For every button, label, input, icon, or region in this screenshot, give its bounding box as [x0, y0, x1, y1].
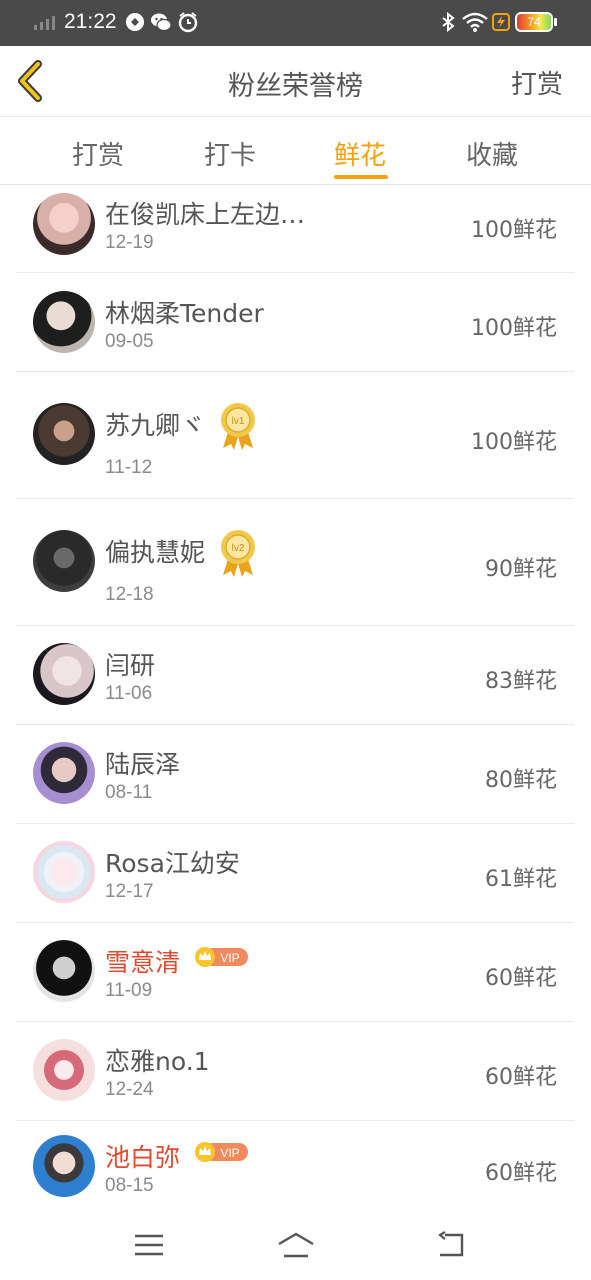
- flower-count: 100鲜花: [471, 218, 557, 243]
- status-bar: 21:22 74: [0, 0, 591, 46]
- user-name: Rosa江幼安: [105, 849, 240, 878]
- tab-checkin[interactable]: 打卡: [204, 135, 256, 172]
- medal-lv1-icon: lv1: [221, 403, 255, 450]
- flower-count: 60鲜花: [485, 966, 557, 991]
- date-label: 11-09: [105, 980, 153, 1001]
- tab-favorites[interactable]: 收藏: [466, 135, 518, 172]
- medal-label: lv1: [232, 416, 245, 427]
- tab-flowers[interactable]: 鲜花: [334, 135, 386, 172]
- battery-level: 74: [527, 15, 541, 29]
- user-name: 池白弥: [105, 1143, 181, 1172]
- avatar: [33, 291, 95, 353]
- avatar: [33, 1135, 95, 1197]
- user-name: 恋雅no.1: [105, 1047, 210, 1076]
- menu-icon[interactable]: [132, 1230, 166, 1260]
- notification-icon: [126, 13, 144, 31]
- medal-lv2-icon: lv2: [221, 530, 255, 577]
- date-label: 12-18: [105, 584, 154, 605]
- list-item[interactable]: Rosa江幼安 12-17 61鲜花: [16, 824, 574, 923]
- battery-cap: [554, 18, 557, 26]
- list-item[interactable]: 闫研 11-06 83鲜花: [16, 626, 574, 725]
- user-name: 在俊凯床上左边…: [105, 200, 306, 229]
- avatar: [33, 1039, 95, 1101]
- vip-label: VIP: [220, 951, 239, 965]
- tab-reward[interactable]: 打赏: [72, 135, 124, 172]
- flower-count: 60鲜花: [485, 1065, 557, 1090]
- avatar: [33, 643, 95, 705]
- avatar: [33, 742, 95, 804]
- avatar: [33, 530, 95, 592]
- list-item[interactable]: 雪意清 VIP 11-09 60鲜花: [16, 923, 574, 1022]
- date-label: 11-06: [105, 683, 153, 704]
- flower-count: 100鲜花: [471, 316, 557, 341]
- date-label: 11-12: [105, 457, 153, 478]
- bluetooth-icon: [442, 11, 455, 33]
- list-item[interactable]: 陆辰泽 08-11 80鲜花: [16, 725, 574, 824]
- date-label: 12-24: [105, 1079, 154, 1100]
- list-item[interactable]: 在俊凯床上左边… 12-19 100鲜花: [16, 185, 574, 273]
- avatar: [33, 940, 95, 1002]
- wifi-icon: [462, 12, 488, 32]
- home-icon[interactable]: [276, 1230, 316, 1260]
- app-header: 粉丝荣誉榜 打赏: [0, 46, 591, 117]
- alarm-icon: [178, 12, 198, 33]
- user-name: 林烟柔Tender: [105, 299, 264, 328]
- battery-indicator: 74: [515, 12, 553, 32]
- flower-count: 61鲜花: [485, 867, 557, 892]
- user-name: 闫研: [105, 651, 156, 680]
- avatar: [33, 193, 95, 255]
- flower-count: 83鲜花: [485, 669, 557, 694]
- wechat-icon: [151, 13, 172, 32]
- user-name: 陆辰泽: [105, 750, 181, 779]
- signal-icon: [34, 16, 55, 30]
- charging-icon: [492, 13, 510, 31]
- tab-bar: 打赏 打卡 鲜花 收藏: [0, 117, 591, 185]
- date-label: 08-15: [105, 1175, 154, 1196]
- reward-button[interactable]: 打赏: [511, 64, 563, 101]
- date-label: 09-05: [105, 331, 154, 352]
- avatar: [33, 403, 95, 465]
- avatar: [33, 841, 95, 903]
- list-item[interactable]: 苏九卿ヾ lv1 11-12 100鲜花: [16, 372, 574, 499]
- page-title: 粉丝荣誉榜: [228, 71, 363, 102]
- date-label: 12-17: [105, 881, 154, 902]
- flower-count: 100鲜花: [471, 430, 557, 455]
- system-nav-bar: [0, 1212, 591, 1280]
- flower-count: 60鲜花: [485, 1161, 557, 1186]
- user-name: 偏执慧妮: [105, 538, 206, 567]
- date-label: 08-11: [105, 782, 153, 803]
- back-nav-icon[interactable]: [435, 1230, 469, 1260]
- list-item[interactable]: 偏执慧妮 lv2 12-18 90鲜花: [16, 499, 574, 626]
- medal-label: lv2: [232, 543, 245, 554]
- vip-badge: VIP: [195, 947, 248, 967]
- user-name: 苏九卿ヾ: [105, 411, 206, 440]
- vip-label: VIP: [220, 1146, 239, 1160]
- flower-count: 80鲜花: [485, 768, 557, 793]
- flower-count: 90鲜花: [485, 557, 557, 582]
- list-item[interactable]: 林烟柔Tender 09-05 100鲜花: [16, 273, 574, 372]
- list-item[interactable]: 池白弥 VIP 08-15 60鲜花: [16, 1121, 574, 1213]
- list-item[interactable]: 恋雅no.1 12-24 60鲜花: [16, 1022, 574, 1121]
- vip-badge: VIP: [195, 1142, 248, 1162]
- date-label: 12-19: [105, 232, 154, 253]
- active-tab-indicator: [334, 175, 388, 179]
- user-name: 雪意清: [105, 948, 181, 977]
- status-time: 21:22: [64, 10, 117, 33]
